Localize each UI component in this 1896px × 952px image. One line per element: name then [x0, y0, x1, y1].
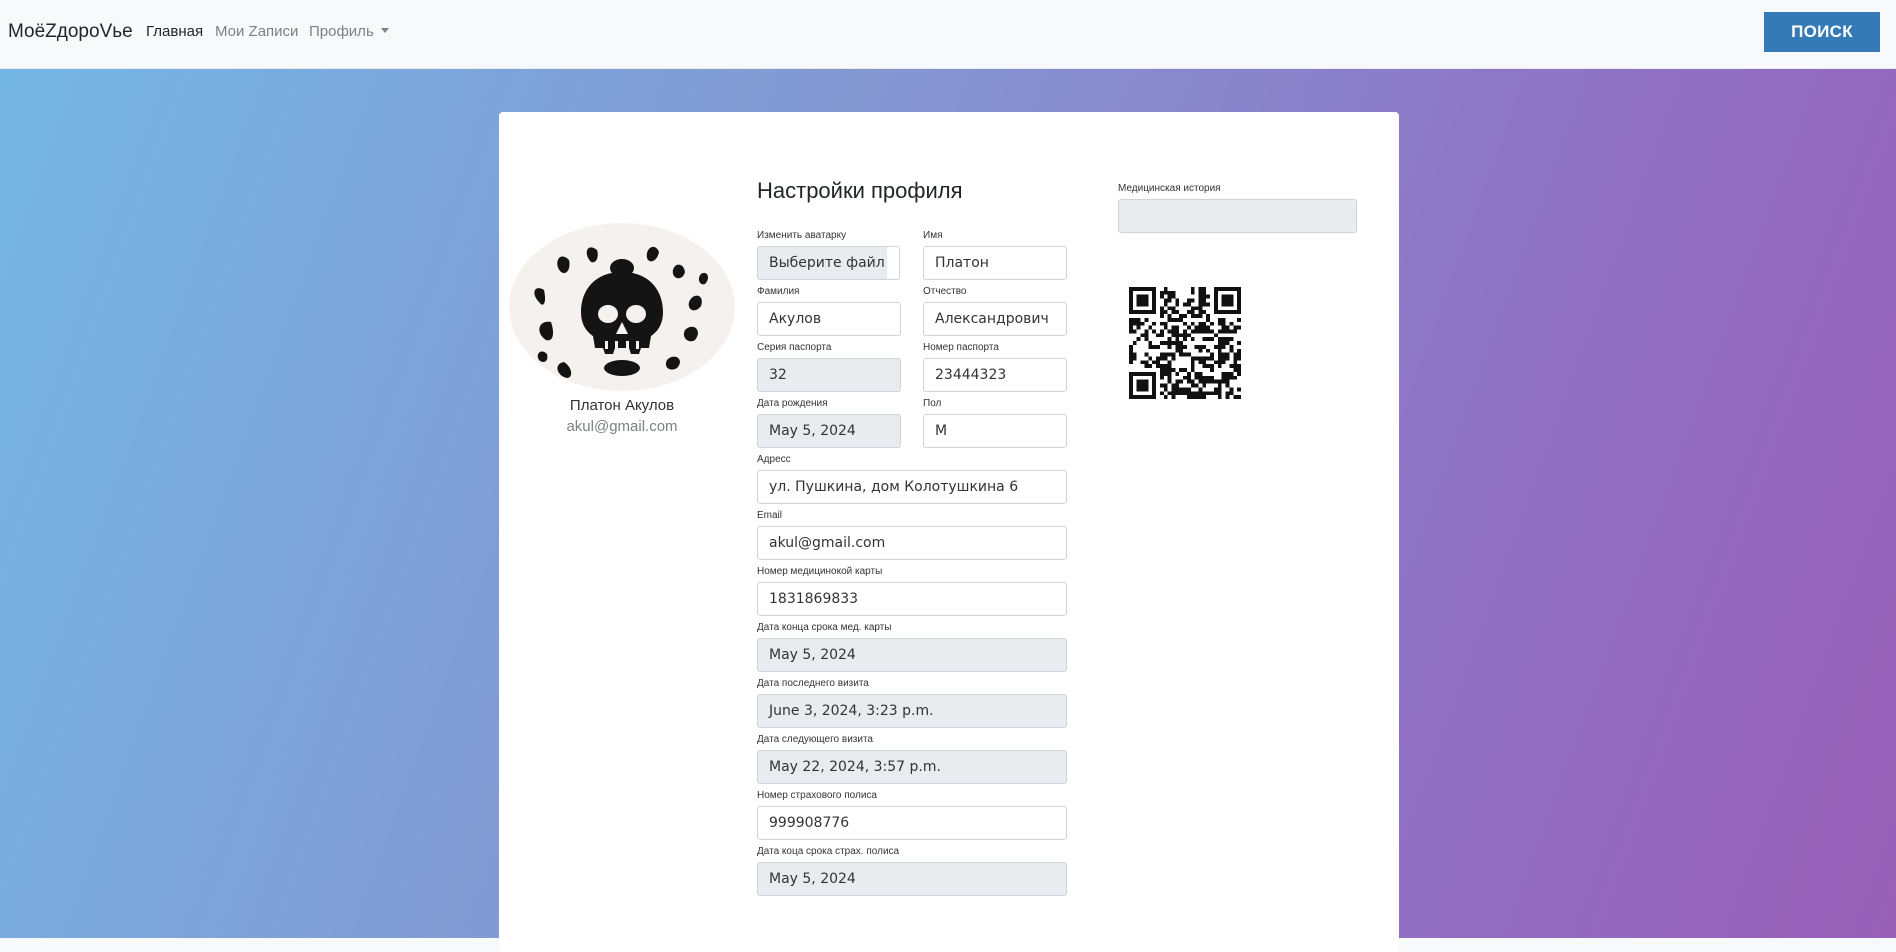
email-field[interactable]: akul@gmail.com	[757, 526, 1067, 560]
brand-logo[interactable]: МоёZдороVье	[8, 21, 133, 43]
passport-number-field[interactable]: 23444323	[923, 358, 1067, 392]
passport-series-field[interactable]: 32	[757, 358, 901, 392]
insurance-end-label: Дата коца срока страх. полиса	[757, 846, 900, 857]
patronymic-label: Отчество	[923, 286, 967, 297]
nav-link-records[interactable]: Мои Zаписи	[215, 23, 298, 40]
med-card-end-label: Дата конца срока мед. карты	[757, 622, 892, 633]
search-button[interactable]: ПОИСК	[1764, 12, 1880, 52]
first-name-field[interactable]: Платон	[923, 246, 1067, 280]
profile-name: Платон Акулов	[569, 397, 675, 414]
gender-label: Пол	[923, 398, 942, 409]
medical-history-label: Медицинская история	[1118, 183, 1221, 194]
last-visit-label: Дата последнего визита	[757, 678, 869, 689]
navbar: МоёZдороVье Главная Мои Zаписи Профиль П…	[0, 0, 1896, 69]
birth-date-label: Дата рождения	[757, 398, 828, 409]
insurance-label: Номер страхового полиса	[757, 790, 877, 801]
gender-field[interactable]: M	[923, 414, 1067, 448]
insurance-end-field[interactable]: May 5, 2024	[757, 862, 1067, 896]
profile-email: akul@gmail.com	[566, 418, 678, 435]
med-card-label: Номер медицинокой карты	[757, 566, 883, 577]
last-visit-field[interactable]: June 3, 2024, 3:23 p.m.	[757, 694, 1067, 728]
next-visit-field[interactable]: May 22, 2024, 3:57 p.m.	[757, 750, 1067, 784]
nav-link-home[interactable]: Главная	[146, 23, 203, 40]
insurance-field[interactable]: 999908776	[757, 806, 1067, 840]
med-card-end-field[interactable]: May 5, 2024	[757, 638, 1067, 672]
last-name-label: Фамилия	[757, 286, 800, 297]
profile-settings-card: Платон Акулов akul@gmail.com Настройки п…	[499, 112, 1399, 952]
qr-code-icon	[1129, 287, 1241, 399]
next-visit-label: Дата следующего визита	[757, 734, 873, 745]
medical-history-field[interactable]	[1118, 199, 1357, 233]
passport-series-label: Серия паспорта	[757, 342, 832, 353]
first-name-label: Имя	[923, 230, 943, 241]
caret-down-icon	[380, 28, 389, 33]
med-card-field[interactable]: 1831869833	[757, 582, 1067, 616]
email-label: Email	[757, 510, 783, 521]
avatar-label: Изменить аватарку	[757, 230, 847, 241]
page-title: Настройки профиля	[757, 178, 963, 203]
nav-link-profile[interactable]: Профиль	[309, 23, 389, 40]
passport-number-label: Номер паспорта	[923, 342, 999, 353]
nav-link-profile-label: Профиль	[309, 23, 374, 40]
skull-avatar-icon[interactable]	[509, 222, 735, 392]
birth-date-field[interactable]: May 5, 2024	[757, 414, 901, 448]
avatar-file-button[interactable]: Выберите файл	[757, 246, 897, 280]
last-name-field[interactable]: Акулов	[757, 302, 901, 336]
address-field[interactable]: ул. Пушкина, дом Колотушкина 6	[757, 470, 1067, 504]
avatar-file-name[interactable]	[887, 246, 900, 280]
patronymic-field[interactable]: Александрович	[923, 302, 1067, 336]
address-label: Адресс	[757, 454, 791, 465]
